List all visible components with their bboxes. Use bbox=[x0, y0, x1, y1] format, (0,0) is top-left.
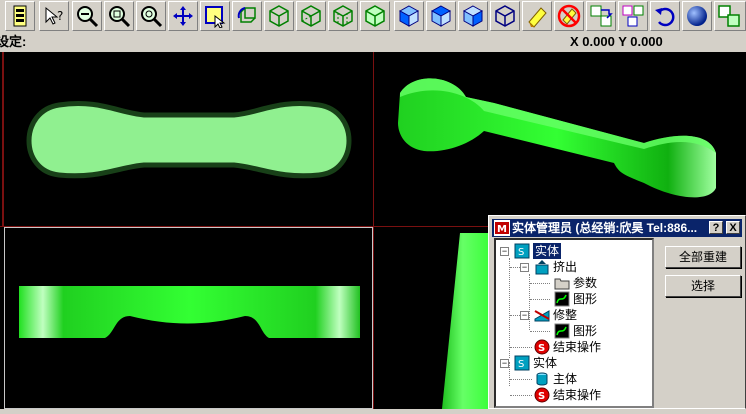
svg-text:S: S bbox=[538, 343, 545, 354]
tree-line bbox=[510, 315, 520, 316]
zoom-out-icon bbox=[77, 6, 99, 28]
zoom-window-button[interactable] bbox=[104, 1, 134, 31]
graphic-icon bbox=[554, 291, 570, 307]
app-icon: M bbox=[494, 220, 510, 236]
isometric-part bbox=[398, 78, 716, 198]
wireframe-cube-icon bbox=[269, 5, 289, 27]
select-window-icon bbox=[205, 6, 226, 28]
top-view-part bbox=[26, 101, 352, 179]
eraser-icon bbox=[528, 7, 547, 28]
undo-button[interactable] bbox=[650, 1, 680, 31]
select-window-button[interactable] bbox=[200, 1, 230, 31]
wireframe-cube-2-button[interactable] bbox=[296, 1, 326, 31]
solid-manager-titlebar[interactable]: M 实体管理员 (总经销:欣昊 Tel:886... ? X bbox=[492, 219, 742, 237]
undo-icon bbox=[655, 7, 675, 27]
rotate-view-button[interactable] bbox=[232, 1, 262, 31]
cursor-coordinates: X 0.000 Y 0.000 bbox=[570, 34, 663, 49]
shaded-wire-cube-icon bbox=[365, 5, 385, 27]
folder-icon bbox=[554, 278, 570, 290]
solid-manager-panel: M 实体管理员 (总经销:欣昊 Tel:886... ? X − S 实体 − … bbox=[488, 215, 746, 409]
layer-button[interactable] bbox=[5, 1, 35, 31]
iso-view-cube-button[interactable] bbox=[490, 1, 520, 31]
wireframe-cube-2-icon bbox=[301, 5, 321, 27]
tree-line bbox=[530, 283, 550, 284]
front-view-cube-button[interactable] bbox=[394, 1, 424, 31]
side-view-cube-button[interactable] bbox=[458, 1, 488, 31]
layer-icon bbox=[13, 5, 27, 27]
window-layout-icon bbox=[718, 5, 740, 27]
stop-icon: S bbox=[534, 339, 550, 355]
tree-line bbox=[509, 362, 510, 386]
hidden-line-cube-button[interactable] bbox=[328, 1, 358, 31]
front-view-part bbox=[19, 286, 360, 338]
collapse-toggle[interactable]: − bbox=[520, 263, 529, 272]
top-view-cube-icon bbox=[430, 5, 452, 27]
front-view-cube-icon bbox=[398, 5, 420, 27]
graphic-icon bbox=[554, 323, 570, 339]
solid-manager-title: 实体管理员 (总经销:欣昊 Tel:886... bbox=[512, 221, 698, 235]
status-bar: 设定: X 0.000 Y 0.000 bbox=[0, 33, 746, 51]
main-toolbar: ? bbox=[0, 0, 746, 33]
copy-button[interactable] bbox=[618, 1, 648, 31]
svg-text:M: M bbox=[497, 224, 507, 235]
zoom-out-button[interactable] bbox=[72, 1, 102, 31]
mode-label: 设定: bbox=[0, 34, 27, 49]
collapse-toggle[interactable]: − bbox=[500, 247, 509, 256]
pan-icon bbox=[173, 6, 193, 26]
zoom-fit-icon bbox=[141, 6, 163, 28]
zoom-fit-button[interactable] bbox=[136, 1, 166, 31]
no-erase-button[interactable] bbox=[554, 1, 584, 31]
tree-line bbox=[530, 299, 550, 300]
tree-line bbox=[530, 331, 550, 332]
iso-view-cube-icon bbox=[495, 5, 515, 27]
solid-tree[interactable]: − S 实体 − 挤出 参数 图形 − 修整 图形 S 结束操作 − S 实体 … bbox=[494, 238, 654, 408]
window-layout-button[interactable] bbox=[714, 1, 746, 31]
move-icon bbox=[590, 5, 613, 27]
copy-icon bbox=[622, 5, 644, 27]
close-button[interactable]: X bbox=[726, 221, 740, 234]
stop-icon: S bbox=[534, 387, 550, 403]
solid-icon: S bbox=[514, 243, 530, 259]
tree-line bbox=[510, 267, 520, 268]
side-view-cube-icon bbox=[462, 5, 484, 27]
cylinder-icon bbox=[536, 372, 548, 386]
collapse-toggle[interactable]: − bbox=[520, 311, 529, 320]
sphere-icon bbox=[687, 6, 707, 26]
shaded-wire-cube-button[interactable] bbox=[360, 1, 390, 31]
eraser-button[interactable] bbox=[522, 1, 552, 31]
viewport-top[interactable] bbox=[4, 53, 373, 226]
move-button[interactable] bbox=[586, 1, 616, 31]
help-button[interactable]: ? bbox=[709, 221, 723, 234]
pan-button[interactable] bbox=[168, 1, 198, 31]
viewport-front[interactable] bbox=[4, 227, 373, 409]
extrude-icon bbox=[535, 260, 549, 275]
wireframe-cube-button[interactable] bbox=[264, 1, 294, 31]
viewport-isometric[interactable] bbox=[374, 53, 746, 226]
svg-text:S: S bbox=[518, 247, 524, 258]
no-erase-icon bbox=[557, 4, 581, 28]
select-button[interactable]: 选择 bbox=[665, 275, 741, 297]
zoom-window-icon bbox=[109, 6, 131, 28]
svg-text:S: S bbox=[538, 391, 545, 402]
sphere-button[interactable] bbox=[682, 1, 712, 31]
top-view-cube-button[interactable] bbox=[426, 1, 456, 31]
rotate-view-icon bbox=[237, 7, 256, 23]
tree-line bbox=[509, 258, 510, 358]
tree-line bbox=[510, 379, 532, 380]
svg-text:S: S bbox=[518, 359, 524, 370]
rebuild-all-button[interactable]: 全部重建 bbox=[665, 246, 741, 268]
svg-text:?: ? bbox=[57, 9, 63, 23]
trim-icon bbox=[534, 310, 550, 322]
tree-line bbox=[510, 395, 532, 396]
select-help-button[interactable]: ? bbox=[39, 1, 69, 31]
collapse-toggle[interactable]: − bbox=[500, 359, 509, 368]
hidden-line-cube-icon bbox=[333, 5, 353, 27]
select-help-icon: ? bbox=[45, 6, 63, 25]
solid-icon: S bbox=[514, 355, 530, 371]
tree-line bbox=[510, 347, 532, 348]
